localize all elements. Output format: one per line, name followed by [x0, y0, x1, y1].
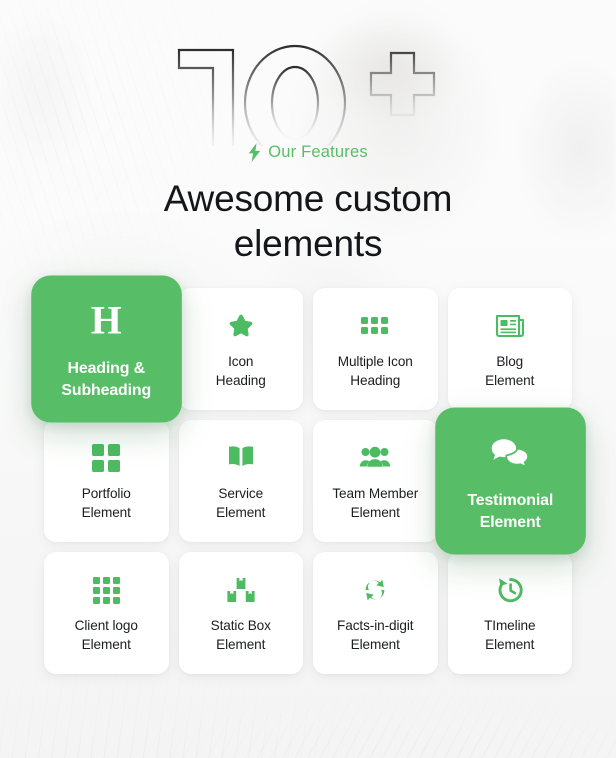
feature-card-label: Blog Element	[485, 353, 534, 390]
letter-h-glyph: H	[90, 299, 122, 343]
feature-card-client-logo-element[interactable]: Client logo Element	[44, 552, 169, 675]
grid-3x2-icon	[361, 310, 389, 342]
feature-card-label: Multiple Icon Heading	[338, 353, 413, 390]
stacked-boxes-icon	[227, 574, 255, 606]
feature-card-label-line-2: Element	[350, 636, 400, 652]
feature-card-label: Team Member Element	[332, 485, 418, 522]
feature-card-label-line-2: Heading	[350, 372, 401, 388]
big-number-svg	[177, 44, 436, 146]
people-group-icon	[359, 442, 391, 474]
feature-card-label-line-1: Testimonial	[466, 491, 553, 510]
newspaper-icon-svg	[495, 315, 524, 338]
feature-card-blog-element[interactable]: Blog Element	[447, 288, 572, 411]
grid-2x2-icon	[92, 442, 121, 474]
feature-card-label-line-1: Portfolio	[81, 486, 131, 502]
feature-card-service-element[interactable]: Service Element	[178, 420, 303, 543]
feature-card-label: Service Element	[216, 485, 265, 522]
feature-card-timeline-element[interactable]: TImeline Element	[447, 552, 572, 675]
open-book-icon	[226, 442, 256, 474]
feature-card-label: Testimonial Element	[467, 490, 553, 533]
eyebrow-row: Our Features	[0, 140, 616, 164]
page-title: Awesome custom elements	[0, 176, 616, 266]
feature-card-label-line-2: Element	[81, 636, 131, 652]
feature-card-label: Static Box Element	[211, 617, 271, 654]
feature-card-label-line-2: Element	[81, 504, 131, 520]
star-icon	[227, 310, 255, 342]
hero-section: Our Features Awesome custom elements	[0, 0, 616, 266]
feature-card-label-line-2: Element	[350, 504, 400, 520]
people-group-icon-svg	[359, 447, 391, 468]
feature-card-facts-in-digit-element[interactable]: Facts-in-digit Element	[313, 552, 438, 675]
feature-card-label: Icon Heading	[216, 353, 266, 390]
feature-card-label-line-1: Client logo	[74, 618, 138, 634]
feature-card-multiple-icon-heading[interactable]: Multiple Icon Heading	[313, 288, 438, 411]
grid-3x3-icon-svg	[92, 576, 120, 604]
feature-card-label-line-2: Element	[485, 372, 535, 388]
big-number-outline	[0, 28, 616, 146]
feature-card-label-line-1: Service	[218, 486, 264, 502]
feature-card-label-line-1: Blog	[496, 354, 524, 370]
feature-card-label-line-1: Icon	[228, 354, 254, 370]
grid-2x2-icon-svg	[92, 444, 121, 473]
feature-card-heading-subheading[interactable]: H Heading & Subheading	[31, 275, 182, 423]
speech-bubbles-icon	[490, 432, 529, 475]
feature-card-label: Heading & Subheading	[61, 358, 151, 401]
stacked-boxes-icon-svg	[227, 578, 255, 603]
feature-card-label: Portfolio Element	[82, 485, 131, 522]
letter-h-serif-icon: H	[91, 300, 122, 343]
grid-3x2-icon-svg	[361, 317, 389, 335]
feature-card-label-line-1: TImeline	[484, 618, 536, 634]
page-title-line-1: Awesome custom	[163, 178, 453, 219]
feature-card-label-line-1: Heading &	[67, 359, 146, 378]
feature-card-label: TImeline Element	[484, 617, 535, 654]
feature-card-label-line-2: Subheading	[61, 380, 152, 399]
digit-zero-inner-outline	[270, 65, 320, 141]
feature-card-icon-heading[interactable]: Icon Heading	[178, 288, 303, 411]
page-title-line-2: elements	[233, 223, 383, 265]
feature-card-grid: H Heading & Subheading Icon Heading Mult…	[31, 275, 585, 675]
feature-card-label: Facts-in-digit Element	[337, 617, 414, 654]
feature-card-label-line-2: Element	[216, 636, 266, 652]
eyebrow-label: Our Features	[268, 142, 368, 161]
plus-sign-outline	[369, 51, 436, 117]
newspaper-icon	[495, 310, 525, 342]
feature-card-testimonial-element[interactable]: Testimonial Element	[434, 407, 585, 555]
feature-card-label-line-2: Element	[216, 504, 266, 520]
lightning-bolt-icon	[248, 142, 261, 162]
feature-card-label-line-2: Heading	[215, 372, 266, 388]
feature-card-label-line-2: Element	[479, 512, 541, 531]
clock-rewind-icon	[496, 574, 524, 606]
feature-card-label-line-1: Team Member	[332, 486, 419, 502]
feature-card-portfolio-element[interactable]: Portfolio Element	[44, 420, 169, 543]
feature-showcase-page: Our Features Awesome custom elements H H…	[0, 0, 616, 758]
feature-card-team-member-element[interactable]: Team Member Element	[313, 420, 438, 543]
feature-card-label-line-1: Multiple Icon	[337, 354, 413, 370]
feature-card-label-line-1: Static Box	[210, 618, 271, 634]
grid-3x3-icon	[92, 574, 120, 606]
open-book-icon-svg	[228, 446, 253, 467]
feature-card-label: Client logo Element	[75, 617, 138, 654]
digit-zero-outer-outline	[243, 44, 347, 146]
star-icon-svg	[229, 314, 253, 337]
sync-arrows-icon	[361, 574, 389, 606]
feature-card-static-box-element[interactable]: Static Box Element	[178, 552, 303, 675]
feature-card-label-line-1: Facts-in-digit	[337, 618, 414, 634]
digit-one-outline	[177, 48, 235, 146]
feature-card-label-line-2: Element	[485, 636, 535, 652]
speech-bubbles-icon-svg	[491, 439, 529, 469]
sync-arrows-icon-svg	[365, 580, 385, 601]
clock-rewind-icon-svg	[498, 578, 523, 603]
